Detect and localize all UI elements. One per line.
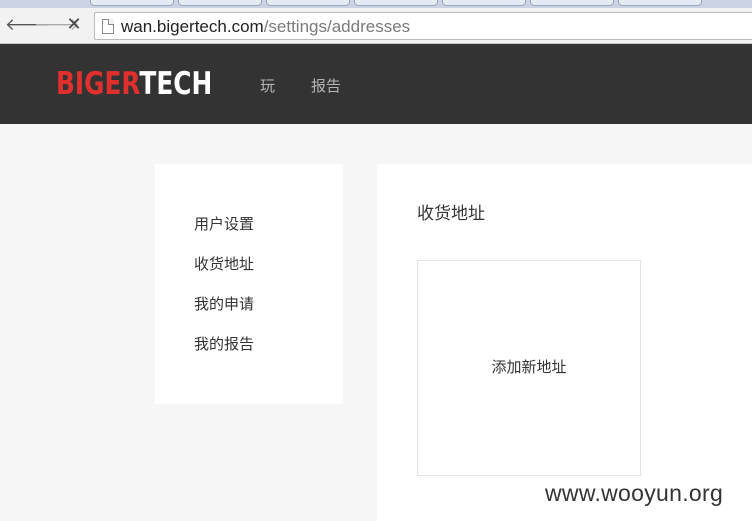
page-icon	[102, 19, 114, 34]
address-bar[interactable]: wan.bigertech.com/settings/addresses	[94, 12, 752, 40]
browser-tab[interactable]	[90, 0, 174, 6]
settings-sidebar: 用户设置 收货地址 我的申请 我的报告	[155, 164, 343, 404]
sidebar-item-my-applications[interactable]: 我的申请	[194, 294, 254, 314]
sidebar-item-my-reports[interactable]: 我的报告	[194, 334, 254, 354]
url-host: wan.bigertech.com	[121, 17, 264, 36]
back-arrow-icon[interactable]: 🡐	[5, 14, 51, 36]
browser-tab-strip	[0, 0, 752, 8]
browser-tab[interactable]	[354, 0, 438, 6]
url-path: /settings/addresses	[263, 17, 411, 36]
add-address-label: 添加新地址	[491, 358, 567, 376]
nav-link-reports[interactable]: 报告	[311, 76, 341, 96]
url-text[interactable]: wan.bigertech.com/settings/addresses	[121, 17, 410, 37]
browser-tab[interactable]	[178, 0, 262, 6]
nav-link-play[interactable]: 玩	[260, 76, 275, 96]
browser-tab[interactable]	[618, 0, 702, 6]
forward-arrow-icon[interactable]: 🡒	[34, 14, 80, 36]
page-title: 收货地址	[417, 204, 485, 224]
browser-tab[interactable]	[442, 0, 526, 6]
site-logo[interactable]: BIGERTECH	[56, 66, 212, 102]
sidebar-item-user-settings[interactable]: 用户设置	[194, 214, 254, 234]
logo-part-biger: BIGER	[56, 66, 140, 102]
add-address-card[interactable]: 添加新地址	[417, 260, 641, 476]
browser-tab[interactable]	[266, 0, 350, 6]
watermark: www.wooyun.org	[545, 480, 724, 506]
browser-toolbar: 🡐 🡒 ✕ wan.bigertech.com/settings/address…	[0, 8, 752, 44]
stop-loading-icon[interactable]: ✕	[63, 14, 85, 36]
sidebar-item-shipping-address[interactable]: 收货地址	[194, 254, 254, 274]
browser-tab[interactable]	[530, 0, 614, 6]
logo-part-tech: TECH	[139, 66, 213, 102]
site-header: BIGERTECH 玩 报告	[0, 44, 752, 124]
main-content: 收货地址 添加新地址	[377, 164, 752, 521]
